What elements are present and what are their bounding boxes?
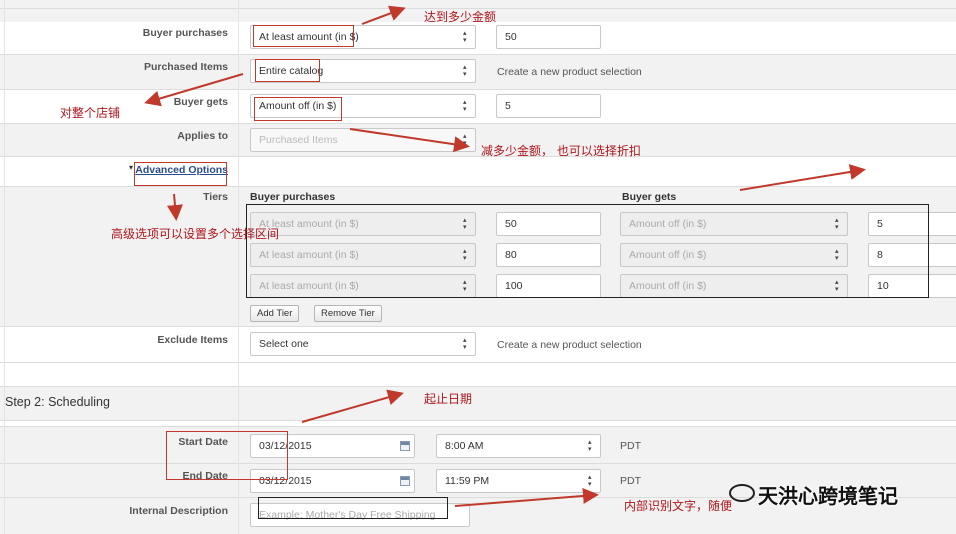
add-tier-button[interactable]: Add Tier bbox=[250, 305, 300, 322]
purchased-items-label: Purchased Items bbox=[143, 61, 228, 73]
buyer-gets-amount-input[interactable]: 5 bbox=[496, 94, 601, 118]
annotation-start-end-date: 起止日期 bbox=[424, 392, 473, 406]
tiers-label: Tiers bbox=[203, 191, 228, 203]
buyer-gets-label: Buyer gets bbox=[173, 96, 228, 108]
remove-tier-button[interactable]: Remove Tier bbox=[314, 305, 382, 322]
internal-description-label: Internal Description bbox=[129, 505, 228, 517]
annotation-advanced-tiers: 高级选项可以设置多个选择区间 bbox=[111, 227, 280, 241]
annotation-box-advanced-options bbox=[134, 162, 227, 186]
exclude-items-select[interactable]: Select one bbox=[250, 332, 476, 356]
create-product-selection-link[interactable]: Create a new product selection bbox=[497, 66, 642, 78]
end-time-zone: PDT bbox=[620, 475, 641, 487]
annotation-whole-store: 对整个店铺 bbox=[60, 106, 121, 120]
annotation-box-dates bbox=[166, 431, 288, 480]
end-date-calendar-icon[interactable] bbox=[400, 476, 410, 486]
annotation-box-tiers bbox=[246, 204, 929, 298]
start-date-calendar-icon[interactable] bbox=[400, 441, 410, 451]
watermark-text: 天洪心跨境笔记 bbox=[758, 484, 898, 508]
buyer-purchases-label: Buyer purchases bbox=[142, 27, 228, 39]
exclude-items-label: Exclude Items bbox=[157, 334, 228, 346]
scheduling-section-title: Step 2: Scheduling bbox=[5, 395, 110, 409]
annotation-box-amount-off bbox=[254, 97, 342, 121]
start-time-select[interactable]: 8:00 AM bbox=[436, 434, 601, 458]
annotation-box-buyer-purchases bbox=[253, 25, 354, 47]
annotation-discount-amount: 减多少金额， 也可以选择折扣 bbox=[481, 144, 641, 158]
buyer-purchases-amount-input[interactable]: 50 bbox=[496, 25, 601, 49]
applies-to-label: Applies to bbox=[177, 130, 228, 142]
annotation-reach-amount: 达到多少金额 bbox=[424, 10, 497, 24]
tiers-col-buyer-purchases: Buyer purchases bbox=[250, 191, 336, 203]
applies-to-select[interactable]: Purchased Items bbox=[250, 128, 476, 152]
annotation-box-entire-catalog bbox=[255, 59, 320, 82]
annotation-box-internal-description bbox=[258, 497, 448, 519]
exclude-create-product-selection-link[interactable]: Create a new product selection bbox=[497, 339, 642, 351]
annotation-internal-text: 内部识别文字，随便 bbox=[624, 499, 733, 513]
watermark-logo-icon bbox=[729, 484, 755, 502]
end-time-select[interactable]: 11:59 PM bbox=[436, 469, 601, 493]
tiers-col-buyer-gets: Buyer gets bbox=[622, 191, 677, 203]
start-time-zone: PDT bbox=[620, 440, 641, 452]
